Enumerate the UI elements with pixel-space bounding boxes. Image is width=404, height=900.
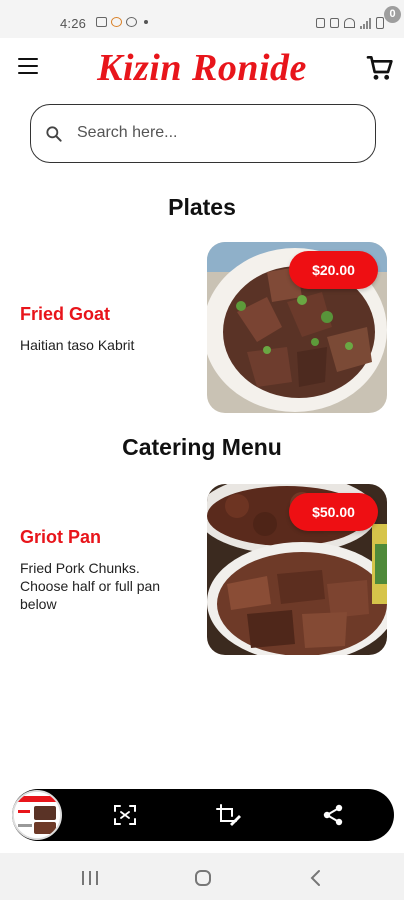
product-name: Griot Pan xyxy=(20,527,102,547)
screenshot-thumbnail[interactable] xyxy=(12,790,62,840)
edit-crop-icon xyxy=(216,804,241,826)
share-icon xyxy=(323,804,343,826)
edit-crop-button[interactable] xyxy=(214,802,242,828)
status-bar: 4:26 xyxy=(0,0,404,38)
section-title-plates: Plates xyxy=(168,194,236,220)
alarm-icon xyxy=(330,18,339,28)
status-time: 4:26 xyxy=(60,16,87,31)
search-input[interactable] xyxy=(77,105,367,161)
search-icon xyxy=(46,126,62,142)
recents-button[interactable] xyxy=(80,869,100,887)
brand-logo: Kizin Ronide xyxy=(97,47,307,89)
system-nav-bar xyxy=(0,853,404,900)
system-icons xyxy=(316,17,384,29)
shopping-cart-icon xyxy=(366,56,393,80)
cart-count-badge: 0 xyxy=(384,6,401,23)
product-card-griot-pan[interactable]: Griot Pan Fried Pork Chunks. Choose half… xyxy=(0,482,404,658)
wifi-icon xyxy=(344,18,355,28)
back-icon xyxy=(310,870,320,886)
product-name: Fried Goat xyxy=(20,304,111,324)
search-bar[interactable] xyxy=(30,104,376,163)
mute-icon xyxy=(316,18,325,28)
product-description: Fried Pork Chunks. Choose half or full p… xyxy=(20,560,161,612)
gallery-notification-icon xyxy=(96,17,107,27)
price-badge: $20.00 xyxy=(289,251,378,289)
signal-icon xyxy=(360,17,371,29)
home-button[interactable] xyxy=(193,869,213,887)
app-header: Kizin Ronide xyxy=(0,38,404,98)
recents-icon xyxy=(82,871,98,885)
battery-icon xyxy=(376,17,384,29)
whatsapp-notification-icon xyxy=(126,17,137,27)
more-notifications-icon xyxy=(144,20,148,24)
cart-button[interactable] xyxy=(364,52,396,84)
scan-capture-icon xyxy=(114,805,136,825)
notification-icons xyxy=(96,17,148,27)
back-button[interactable] xyxy=(308,869,324,887)
price-badge: $50.00 xyxy=(289,493,378,531)
product-description: Haitian taso Kabrit xyxy=(20,337,135,353)
share-button[interactable] xyxy=(319,802,347,828)
home-icon xyxy=(195,870,211,886)
product-card-fried-goat[interactable]: Fried Goat Haitian taso Kabrit $20.00 xyxy=(0,240,404,416)
thumbnail-preview xyxy=(14,792,60,838)
app-notification-icon xyxy=(111,17,122,27)
scan-capture-button[interactable] xyxy=(111,802,139,828)
section-title-catering-menu: Catering Menu xyxy=(122,434,282,460)
